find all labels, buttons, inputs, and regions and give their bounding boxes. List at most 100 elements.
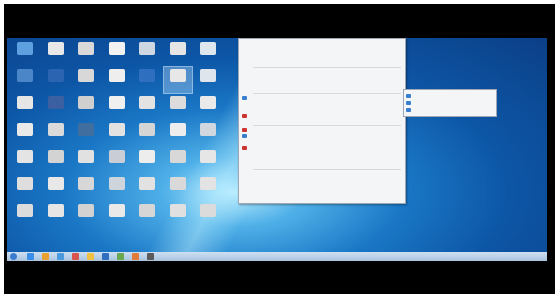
desktop-icon[interactable] [72, 148, 100, 174]
context-menu-item[interactable] [253, 157, 397, 162]
desktop-icon-label [43, 85, 69, 91]
context-menu-item[interactable] [253, 145, 397, 150]
desktop-icon-label [73, 220, 99, 226]
submenu-item[interactable] [414, 100, 492, 105]
desktop-icon-image [169, 69, 186, 82]
desktop-icon[interactable] [11, 175, 39, 201]
desktop-icon-label [73, 112, 99, 118]
context-menu-item[interactable] [253, 151, 397, 156]
desktop-icon[interactable] [103, 202, 131, 228]
context-menu-item[interactable] [253, 177, 397, 182]
desktop-icon[interactable] [42, 40, 70, 66]
desktop-icon[interactable] [164, 175, 192, 201]
desktop-icon-label [195, 85, 221, 91]
desktop-icon-label [73, 193, 99, 199]
desktop-icon[interactable] [11, 94, 39, 120]
taskbar-app-icon[interactable] [147, 253, 154, 260]
desktop-icon[interactable] [164, 148, 192, 174]
context-menu-item[interactable] [253, 55, 397, 60]
desktop-icon[interactable] [72, 40, 100, 66]
desktop-icon[interactable] [72, 94, 100, 120]
desktop-icon[interactable] [103, 121, 131, 147]
desktop-icon[interactable] [103, 175, 131, 201]
context-menu-item[interactable] [253, 127, 397, 132]
context-menu-item[interactable] [253, 119, 397, 124]
desktop-icon[interactable] [164, 121, 192, 147]
desktop-icon[interactable] [194, 40, 222, 66]
desktop-icon[interactable] [133, 67, 161, 93]
context-menu-item[interactable] [253, 75, 397, 80]
taskbar-app-icon[interactable] [102, 253, 109, 260]
desktop-icon[interactable] [162, 66, 193, 94]
context-submenu [403, 89, 497, 117]
context-menu-item[interactable] [253, 107, 397, 112]
desktop-icon[interactable] [42, 121, 70, 147]
taskbar-app-icon[interactable] [57, 253, 64, 260]
desktop-icon[interactable] [194, 67, 222, 93]
desktop-icon[interactable] [103, 148, 131, 174]
desktop-icon-image [108, 42, 125, 55]
taskbar-app-icon[interactable] [132, 253, 139, 260]
desktop-icon[interactable] [194, 148, 222, 174]
start-button-icon[interactable] [10, 253, 17, 260]
desktop-icon-image [139, 123, 155, 136]
context-menu-item[interactable] [253, 183, 397, 188]
taskbar-app-icon[interactable] [117, 253, 124, 260]
context-menu-item[interactable] [253, 43, 397, 48]
taskbar-app-icon[interactable] [87, 253, 94, 260]
desktop-icon[interactable] [133, 148, 161, 174]
desktop-icon[interactable] [72, 175, 100, 201]
context-menu-item[interactable] [253, 139, 397, 144]
desktop-icon[interactable] [103, 40, 131, 66]
context-menu-item[interactable] [253, 49, 397, 54]
desktop-icon[interactable] [42, 202, 70, 228]
desktop-icon[interactable] [194, 94, 222, 120]
desktop-icon-label [165, 58, 191, 64]
context-menu-item[interactable] [253, 87, 397, 92]
desktop-icon[interactable] [11, 121, 39, 147]
context-menu-item[interactable] [253, 189, 397, 194]
context-menu-item[interactable] [253, 101, 397, 106]
desktop-icon[interactable] [72, 121, 100, 147]
desktop-icon[interactable] [42, 67, 70, 93]
desktop-icon-image [78, 204, 94, 217]
desktop-icon[interactable] [194, 175, 222, 201]
context-menu-item[interactable] [253, 95, 397, 100]
taskbar-app-icon[interactable] [72, 253, 79, 260]
desktop-icon[interactable] [72, 67, 100, 93]
desktop-icon[interactable] [72, 202, 100, 228]
desktop-icon[interactable] [103, 94, 131, 120]
desktop-icon-label [134, 85, 160, 91]
desktop-icon[interactable] [11, 40, 39, 66]
context-menu-item[interactable] [253, 69, 397, 74]
context-menu [238, 38, 406, 204]
context-menu-item[interactable] [253, 81, 397, 86]
desktop-icon[interactable] [133, 40, 161, 66]
context-menu-item[interactable] [253, 133, 397, 138]
context-menu-item[interactable] [253, 195, 397, 200]
context-menu-item[interactable] [253, 163, 397, 168]
desktop-icon[interactable] [194, 121, 222, 147]
desktop-icon[interactable] [164, 94, 192, 120]
submenu-item[interactable] [414, 107, 492, 112]
desktop-icon[interactable] [194, 202, 222, 228]
desktop-icon[interactable] [103, 67, 131, 93]
desktop-icon[interactable] [42, 94, 70, 120]
desktop-icon[interactable] [11, 67, 39, 93]
desktop-icon[interactable] [164, 202, 192, 228]
submenu-item[interactable] [414, 93, 492, 98]
desktop-icon[interactable] [42, 175, 70, 201]
desktop-icon[interactable] [164, 40, 192, 66]
desktop-icon[interactable] [133, 94, 161, 120]
desktop-icon[interactable] [11, 202, 39, 228]
desktop-icon[interactable] [133, 175, 161, 201]
taskbar-app-icon[interactable] [27, 253, 34, 260]
taskbar-app-icon[interactable] [42, 253, 49, 260]
desktop-icon[interactable] [11, 148, 39, 174]
desktop-icon[interactable] [133, 202, 161, 228]
context-menu-item[interactable] [253, 171, 397, 176]
desktop-icon[interactable] [42, 148, 70, 174]
context-menu-item[interactable] [253, 113, 397, 118]
desktop-icon[interactable] [133, 121, 161, 147]
context-menu-item[interactable] [253, 61, 397, 66]
